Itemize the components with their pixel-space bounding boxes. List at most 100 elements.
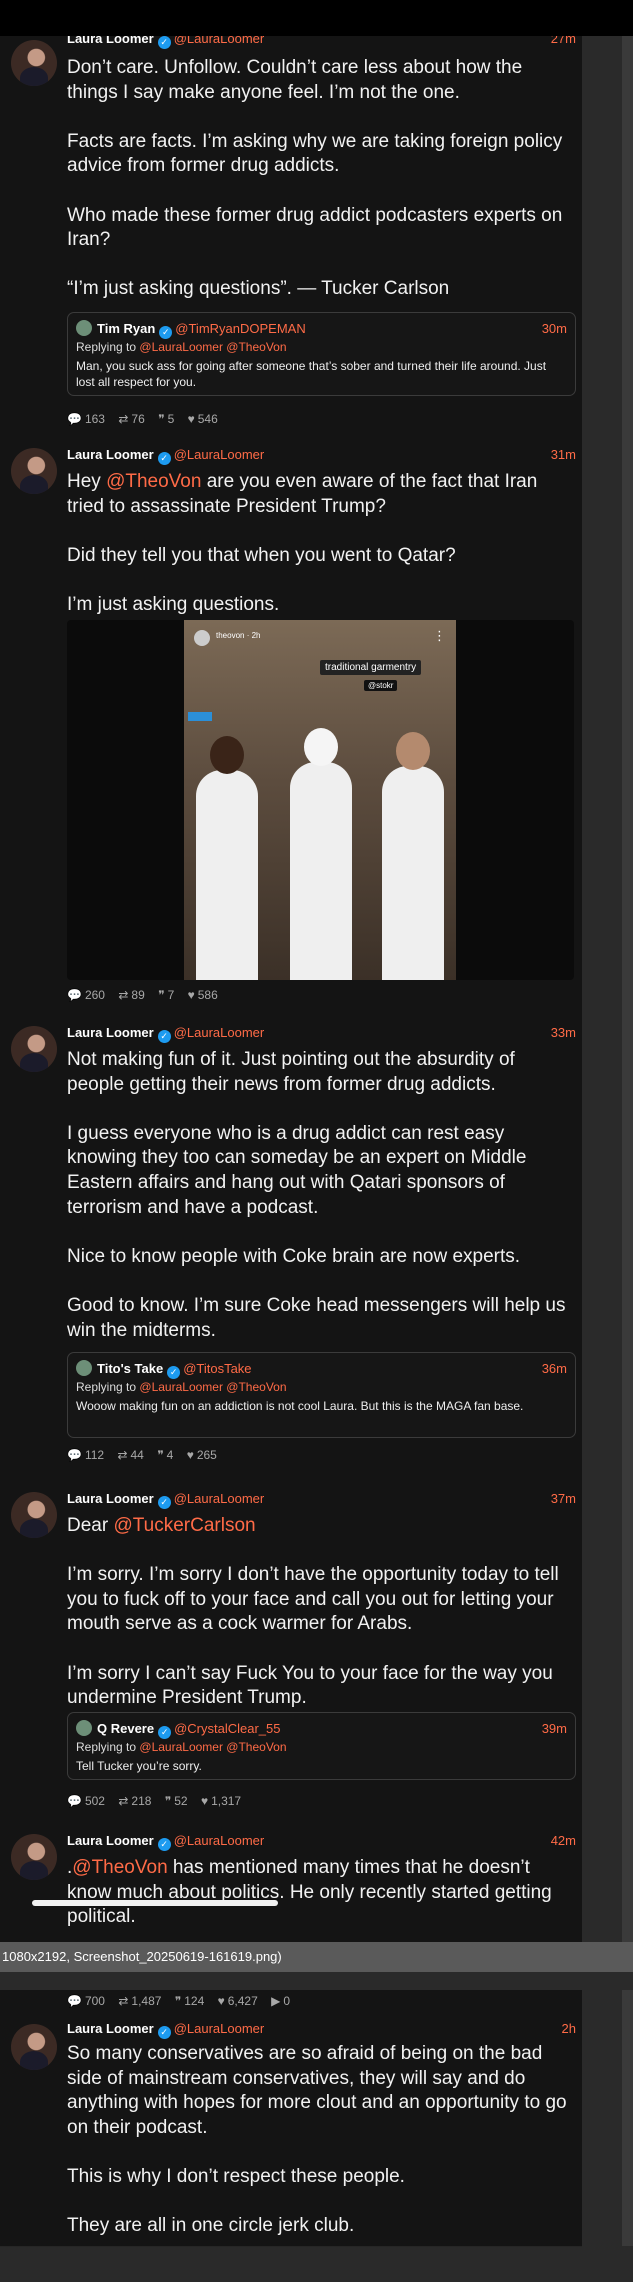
- reply-stat[interactable]: 💬 700: [67, 1994, 105, 2008]
- quote-stat[interactable]: ❞ 4: [157, 1448, 173, 1462]
- tweet-media[interactable]: theovon · 2h ⋮ traditional garmentry @st…: [67, 620, 574, 980]
- mention-link[interactable]: @TheoVon: [72, 1857, 167, 1878]
- home-indicator[interactable]: [32, 1900, 278, 1906]
- quote-header: Q Revere ✓ @CrystalClear_55 39m: [76, 1720, 567, 1739]
- reply-count: 700: [84, 1994, 105, 2008]
- retweet-stat[interactable]: ⇄ 44: [117, 1448, 143, 1462]
- tweet-time[interactable]: 27m: [551, 36, 576, 48]
- author-handle[interactable]: @LauraLoomer: [174, 2021, 265, 2036]
- tweet-time[interactable]: 2h: [562, 2020, 576, 2038]
- retweet-count: 218: [131, 1794, 152, 1808]
- avatar[interactable]: [11, 1026, 57, 1072]
- tweet-card[interactable]: Laura Loomer ✓ @LauraLoomer 42m .@TheoVon …: [0, 1822, 582, 1943]
- author-handle[interactable]: @LauraLoomer: [174, 447, 265, 462]
- tweet-time[interactable]: 42m: [551, 1832, 576, 1850]
- avatar[interactable]: [11, 1834, 57, 1880]
- author-handle[interactable]: @LauraLoomer: [174, 1025, 265, 1040]
- quote-count: 124: [184, 1994, 205, 2008]
- author-name[interactable]: Laura Loomer: [67, 1491, 154, 1506]
- author-handle[interactable]: @LauraLoomer: [174, 1833, 265, 1848]
- author-name[interactable]: Laura Loomer: [67, 36, 154, 46]
- tweet-stats: 💬 163 ⇄ 76 ❞ 5 ♥ 546: [67, 410, 228, 428]
- mention-link[interactable]: @TuckerCarlson: [113, 1515, 255, 1536]
- reply-icon: 💬: [67, 988, 82, 1002]
- tweet-card[interactable]: Laura Loomer ✓ @LauraLoomer 37m Dear @Tuck…: [0, 1478, 582, 1823]
- like-stat[interactable]: ♥ 6,427: [218, 1994, 258, 2008]
- avatar[interactable]: [11, 2024, 57, 2070]
- reply-stat[interactable]: 💬 163: [67, 412, 105, 426]
- retweet-count: 44: [130, 1448, 144, 1462]
- quoted-tweet[interactable]: Tito's Take ✓ @TitosTake 36m Replying to @…: [67, 1352, 576, 1438]
- tweet-card[interactable]: Laura Loomer ✓ @LauraLoomer 31m Hey @TheoV…: [0, 434, 582, 1013]
- quoted-tweet[interactable]: Q Revere ✓ @CrystalClear_55 39m Replying t…: [67, 1712, 576, 1780]
- like-stat[interactable]: ♥ 586: [188, 988, 218, 1002]
- reply-icon: 💬: [67, 1794, 82, 1808]
- views-stat[interactable]: ▶ 0: [271, 1994, 290, 2008]
- views-count: 0: [283, 1994, 291, 2008]
- replying-handles[interactable]: @LauraLoomer @TheoVon: [139, 1740, 286, 1754]
- author-name[interactable]: Laura Loomer: [67, 1025, 154, 1040]
- tweet-header: Laura Loomer ✓ @LauraLoomer 42m: [67, 1832, 576, 1851]
- ig-username: theovon · 2h: [216, 631, 261, 640]
- retweet-icon: ⇄: [118, 412, 129, 426]
- reply-stat[interactable]: 💬 260: [67, 988, 105, 1002]
- tweet-header: Laura Loomer ✓ @LauraLoomer 27m: [67, 36, 576, 49]
- like-stat[interactable]: ♥ 546: [188, 412, 218, 426]
- tweet-time[interactable]: 37m: [551, 1490, 576, 1508]
- tweet-header: Laura Loomer ✓ @LauraLoomer 31m: [67, 446, 576, 465]
- author-handle[interactable]: @LauraLoomer: [174, 36, 265, 46]
- quote-stat[interactable]: ❞ 52: [165, 1794, 188, 1808]
- quote-stat[interactable]: ❞ 7: [158, 988, 174, 1002]
- retweet-stat[interactable]: ⇄ 218: [118, 1794, 151, 1808]
- scrollbar[interactable]: [622, 36, 633, 2246]
- replying-handles[interactable]: @LauraLoomer @TheoVon: [139, 1380, 286, 1394]
- reply-stat[interactable]: 💬 502: [67, 1794, 105, 1808]
- tweet-card[interactable]: Laura Loomer ✓ @LauraLoomer 33m Not making…: [0, 1012, 582, 1479]
- retweet-count: 76: [131, 412, 145, 426]
- retweet-stat[interactable]: ⇄ 1,487: [118, 1994, 161, 2008]
- replying-to: Replying to @LauraLoomer @TheoVon: [76, 1740, 287, 1754]
- tweet-card[interactable]: Laura Loomer ✓ @LauraLoomer 2h So many con…: [0, 2014, 582, 2247]
- tweet-time[interactable]: 31m: [551, 446, 576, 464]
- retweet-stat[interactable]: ⇄ 89: [118, 988, 144, 1002]
- reply-stat[interactable]: 💬 112: [67, 1448, 104, 1462]
- like-stat[interactable]: ♥ 1,317: [201, 1794, 241, 1808]
- quote-stat[interactable]: ❞ 124: [175, 1994, 205, 2008]
- ig-time-text: 2h: [251, 631, 261, 640]
- verified-badge-icon: ✓: [158, 1726, 172, 1739]
- retweet-stat[interactable]: ⇄ 76: [118, 412, 144, 426]
- avatar[interactable]: [11, 1492, 57, 1538]
- tweet-text: Dear @TuckerCarlson I’m sorry. I’m sorry…: [67, 1514, 577, 1711]
- replying-handles[interactable]: @LauraLoomer @TheoVon: [139, 340, 286, 354]
- tweet-time[interactable]: 33m: [551, 1024, 576, 1042]
- verified-badge-icon: ✓: [167, 1366, 181, 1379]
- retweet-icon: ⇄: [118, 1994, 129, 2008]
- mention-link[interactable]: @TheoVon: [106, 471, 201, 492]
- tweet-header: Laura Loomer ✓ @LauraLoomer 33m: [67, 1024, 576, 1043]
- avatar[interactable]: [11, 448, 57, 494]
- verified-badge-icon: ✓: [157, 36, 171, 49]
- quote-author-handle: @TitosTake: [183, 1361, 252, 1376]
- quote-stat[interactable]: ❞ 5: [158, 412, 174, 426]
- avatar: [76, 320, 92, 336]
- replying-label: Replying to: [76, 1380, 137, 1394]
- quote-time: 39m: [541, 1721, 567, 1736]
- quote-author-name: Tito's Take: [97, 1361, 164, 1376]
- like-stat[interactable]: ♥ 265: [187, 1448, 217, 1462]
- quote-text: Tell Tucker you’re sorry.: [76, 1759, 202, 1773]
- quoted-tweet[interactable]: Tim Ryan ✓ @TimRyanDOPEMAN 30m Replying to…: [67, 312, 576, 396]
- tweet-text: Don’t care. Unfollow. Couldn’t care less…: [67, 56, 577, 302]
- heart-icon: ♥: [187, 412, 195, 426]
- heart-icon: ♥: [186, 1448, 194, 1462]
- like-count: 1,317: [211, 1794, 242, 1808]
- heart-icon: ♥: [217, 1994, 225, 2008]
- tweet-card[interactable]: Laura Loomer ✓ @LauraLoomer 27m Don’t care…: [0, 36, 582, 435]
- tweet-paragraph: I’m sorry I can’t say Fuck You to your f…: [67, 1662, 559, 1709]
- tweet-paragraph: Nice to know people with Coke brain are …: [67, 1245, 521, 1267]
- author-name[interactable]: Laura Loomer: [67, 447, 154, 462]
- avatar[interactable]: [11, 40, 57, 86]
- author-handle[interactable]: @LauraLoomer: [174, 1491, 265, 1506]
- author-name[interactable]: Laura Loomer: [67, 2021, 154, 2036]
- author-name[interactable]: Laura Loomer: [67, 1833, 154, 1848]
- image-viewer-status-bar: 1080x2192, Screenshot_20250619-161619.pn…: [0, 1942, 633, 1972]
